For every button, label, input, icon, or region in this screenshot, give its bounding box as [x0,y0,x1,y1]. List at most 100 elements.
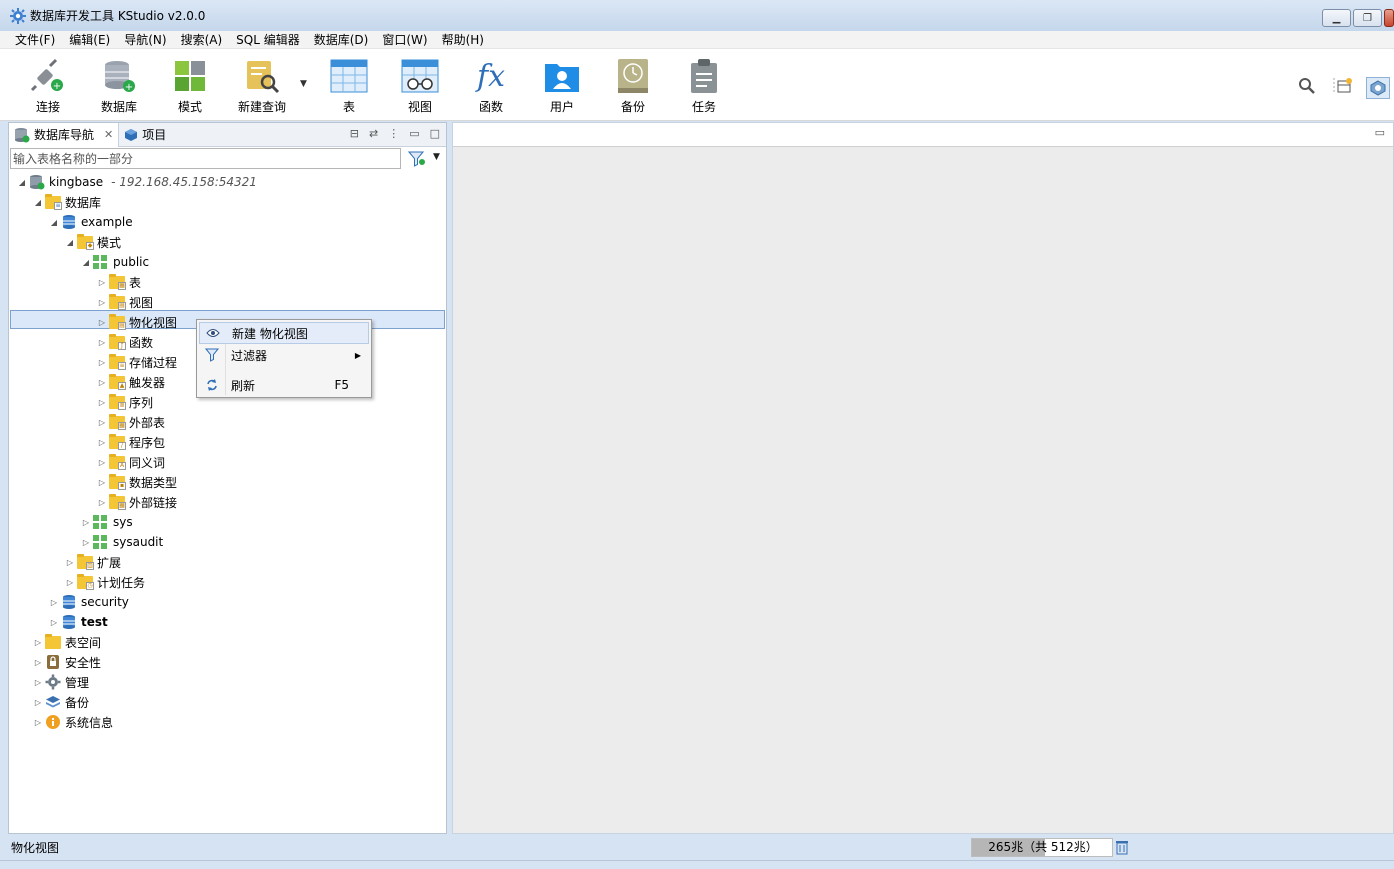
tree-node-public[interactable]: ◢ public [81,252,149,272]
perspective-kstudio-button[interactable] [1366,77,1390,99]
expanded-icon[interactable]: ◢ [81,257,91,267]
menu-sql-editor[interactable]: SQL 编辑器 [229,31,307,49]
tree-node-sequences[interactable]: ▷ ≣ 序列 [97,392,153,412]
collapsed-icon[interactable]: ▷ [97,397,107,407]
close-tab-icon[interactable]: ✕ [104,128,113,141]
collapsed-icon[interactable]: ▷ [97,277,107,287]
context-refresh[interactable]: 刷新 F5 [199,374,369,396]
collapsed-icon[interactable]: ▷ [49,597,59,607]
tree-node-tables[interactable]: ▷ ▦ 表 [97,272,141,292]
expanded-icon[interactable]: ◢ [33,197,43,207]
collapsed-icon[interactable]: ▷ [65,557,75,567]
new-user-button[interactable]: 用户 [530,57,594,115]
new-table-button[interactable]: 表 [317,57,381,115]
filter-config-icon[interactable] [408,151,426,167]
maximize-button[interactable]: ❐ [1353,9,1382,27]
tree-node-databases[interactable]: ◢ ≡ 数据库 [33,192,101,212]
tree-node-security-db[interactable]: ▷ security [49,592,129,612]
new-view-button[interactable]: 视图 [388,57,452,115]
tree-node-packages[interactable]: ▷ / 程序包 [97,432,165,452]
tree-node-tablespaces[interactable]: ▷ 表空间 [33,632,101,652]
collapsed-icon[interactable]: ▷ [49,617,59,627]
collapsed-icon[interactable]: ▷ [33,657,43,667]
tree-node-connection[interactable]: ◢ kingbase - 192.168.45.158:54321 [17,172,257,192]
tree-node-sysaudit[interactable]: ▷ sysaudit [81,532,163,552]
collapsed-icon[interactable]: ▷ [81,537,91,547]
menu-database[interactable]: 数据库(D) [307,31,376,49]
new-database-button[interactable]: + 数据库 [87,57,151,115]
tree-node-backup[interactable]: ▷ 备份 [33,692,89,712]
menu-edit[interactable]: 编辑(E) [62,31,117,49]
collapsed-icon[interactable]: ▷ [97,437,107,447]
heap-status[interactable]: 265兆（共 512兆） [971,838,1113,857]
filter-dropdown-icon[interactable]: ▼ [433,152,440,162]
kstudio-perspective-icon [1370,80,1386,96]
close-button[interactable] [1384,9,1394,27]
collapsed-icon[interactable]: ▷ [97,357,107,367]
trash-gc-icon[interactable] [1116,840,1128,855]
tree-node-security[interactable]: ▷ 安全性 [33,652,101,672]
collapsed-icon[interactable]: ▷ [97,377,107,387]
context-filter[interactable]: 过滤器 ▶ [199,344,369,366]
menu-navigate[interactable]: 导航(N) [117,31,173,49]
minimize-view-icon[interactable]: ▭ [409,127,419,140]
collapsed-icon[interactable]: ▷ [33,637,43,647]
maximize-view-icon[interactable]: □ [430,127,440,140]
collapse-all-icon[interactable]: ⊟ [350,127,359,140]
tree-node-external-links[interactable]: ▷ ▦ 外部链接 [97,492,177,512]
tree-node-jobs[interactable]: ▷ ◷ 计划任务 [65,572,145,592]
minimize-button[interactable]: ▁ [1322,9,1351,27]
context-new-matview[interactable]: 新建 物化视图 [199,322,369,344]
collapsed-icon[interactable]: ▷ [33,717,43,727]
tree-node-example[interactable]: ◢ example [49,212,133,232]
collapsed-icon[interactable]: ▷ [33,697,43,707]
tree-node-triggers[interactable]: ▷ ▲ 触发器 [97,372,165,392]
tab-database-navigator[interactable]: 数据库导航 ✕ [9,122,120,147]
collapsed-icon[interactable]: ▷ [97,297,107,307]
table-filter-input[interactable] [10,148,401,169]
tree-node-views[interactable]: ▷ ▤ 视图 [97,292,153,312]
collapsed-icon[interactable]: ▷ [97,457,107,467]
tree-node-foreign-tables[interactable]: ▷ ▦ 外部表 [97,412,165,432]
new-function-button[interactable]: fx 函数 [459,57,523,115]
collapsed-icon[interactable]: ▷ [97,497,107,507]
collapsed-icon[interactable]: ▷ [33,677,43,687]
menu-search[interactable]: 搜索(A) [174,31,230,49]
new-schema-button[interactable]: 模式 [158,57,222,115]
expanded-icon[interactable]: ◢ [65,237,75,247]
tree-node-procedures[interactable]: ▷ ≡ 存储过程 [97,352,177,372]
search-button[interactable] [1298,77,1316,95]
open-perspective-button[interactable] [1332,77,1354,95]
tree-node-admin[interactable]: ▷ 管理 [33,672,89,692]
tab-project[interactable]: 项目 [119,123,171,147]
collapsed-icon[interactable]: ▷ [97,317,107,327]
tree-node-sys[interactable]: ▷ sys [81,512,133,532]
collapsed-icon[interactable]: ▷ [65,577,75,587]
collapsed-icon[interactable]: ▷ [97,337,107,347]
collapsed-icon[interactable]: ▷ [97,477,107,487]
expanded-icon[interactable]: ◢ [17,177,27,187]
menu-window[interactable]: 窗口(W) [375,31,434,49]
tree-node-extensions[interactable]: ▷ ▥ 扩展 [65,552,121,572]
collapsed-icon[interactable]: ▷ [97,417,107,427]
link-editor-icon[interactable]: ⇄ [369,127,378,140]
tree-node-test-db[interactable]: ▷ test [49,612,108,632]
view-menu-icon[interactable]: ⋮ [388,127,399,140]
tree-node-matviews[interactable]: ▷ ▤ 物化视图 [97,312,177,332]
tree-node-synonyms[interactable]: ▷ A 同义词 [97,452,165,472]
collapsed-icon[interactable]: ▷ [81,517,91,527]
menu-file[interactable]: 文件(F) [0,31,62,49]
task-button[interactable]: 任务 [672,57,736,115]
expanded-icon[interactable]: ◢ [49,217,59,227]
new-query-button[interactable]: 新建查询 [230,57,294,115]
connection-database-icon [30,175,45,190]
tree-node-datatypes[interactable]: ▷ ▪ 数据类型 [97,472,177,492]
backup-button[interactable]: 备份 [601,57,665,115]
connect-button[interactable]: + 连接 [16,57,80,115]
tree-node-schemas[interactable]: ◢ ◆ 模式 [65,232,121,252]
tree-node-functions[interactable]: ▷ ƒ 函数 [97,332,153,352]
tree-node-sysinfo[interactable]: ▷ 系统信息 [33,712,113,732]
menu-help[interactable]: 帮助(H) [435,31,491,49]
minimize-editor-icon[interactable]: ▭ [1375,126,1385,139]
new-query-dropdown-icon[interactable]: ▼ [300,79,307,89]
